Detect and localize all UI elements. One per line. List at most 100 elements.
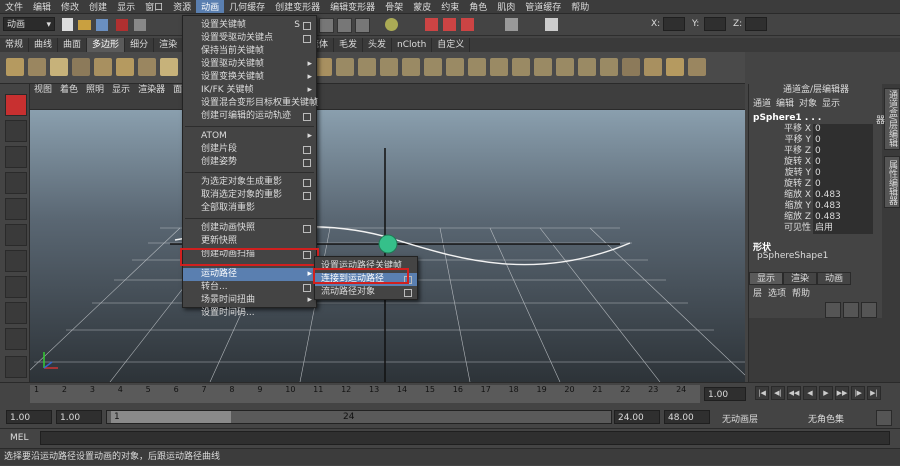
anim-menu-item[interactable]: 设置变换关键帧 ▸: [183, 71, 316, 84]
shelf-tool-icon[interactable]: [94, 58, 112, 76]
save-scene-icon[interactable]: [96, 19, 108, 31]
shelf-tool-icon[interactable]: [512, 58, 530, 76]
history-icon[interactable]: [385, 18, 398, 31]
channel-attr-row[interactable]: 平移 Y0: [749, 135, 883, 146]
step-forward-key-icon[interactable]: ▶▶: [835, 386, 849, 400]
outliner-layout-icon[interactable]: [5, 302, 27, 324]
shelf-tool-icon[interactable]: [688, 58, 706, 76]
shelf-tool-icon[interactable]: [622, 58, 640, 76]
shelf-tab[interactable]: 渲染: [154, 38, 184, 52]
paint-tool-icon[interactable]: [5, 146, 27, 168]
menubar-item[interactable]: 帮助: [566, 0, 594, 13]
time-ruler[interactable]: 1 2 3 4 5 6 7 8 9 10 11 12 13 14 15 16 17 18 19 20 21 22 23 24: [30, 385, 700, 403]
anim-menu-item[interactable]: 场景时间扭曲 ▸: [183, 294, 316, 307]
menubar-item[interactable]: 资源: [168, 0, 196, 13]
range-bar[interactable]: 1 24: [106, 410, 612, 424]
shelf-tool-icon[interactable]: [160, 58, 178, 76]
select-by-hierarchy-icon[interactable]: [116, 19, 128, 31]
layer-tab[interactable]: 动画: [817, 272, 852, 285]
shelf-tool-icon[interactable]: [424, 58, 442, 76]
shelf-tool-icon[interactable]: [578, 58, 596, 76]
snap-grid-icon[interactable]: [319, 18, 334, 33]
shelf-tool-icon[interactable]: [336, 58, 354, 76]
channel-attr-row[interactable]: 平移 X0: [749, 124, 883, 135]
anim-prefs-icon[interactable]: [876, 410, 892, 426]
channel-box-menu-item[interactable]: 显示: [822, 98, 845, 110]
shelf-tab[interactable]: 细分: [125, 38, 155, 52]
anim-menu-item[interactable]: 取消选定对象的重影: [183, 189, 316, 202]
option-box-icon[interactable]: [303, 159, 311, 167]
coord-z-field[interactable]: [745, 17, 767, 31]
anim-menu-item[interactable]: 创建片段: [183, 143, 316, 156]
channel-attr-value[interactable]: 0: [813, 179, 873, 190]
channel-box-menu-item[interactable]: 编辑: [776, 98, 799, 110]
layer-menu-item[interactable]: 层: [753, 288, 768, 300]
lasso-tool-icon[interactable]: [5, 120, 27, 142]
shelf-tool-icon[interactable]: [556, 58, 574, 76]
anim-menu-item[interactable]: 运动路径 ▸: [183, 268, 316, 281]
shelf-tool-icon[interactable]: [380, 58, 398, 76]
channel-box-menu-item[interactable]: 通道: [753, 98, 776, 110]
menubar-item[interactable]: 约束: [436, 0, 464, 13]
rotate-tool-icon[interactable]: [5, 198, 27, 220]
anim-menu-item[interactable]: 保持当前关键帧: [183, 45, 316, 58]
graph-layout-icon[interactable]: [5, 328, 27, 350]
shelf-tool-icon[interactable]: [644, 58, 662, 76]
menubar-item[interactable]: 创建变形器: [270, 0, 325, 13]
menubar-item[interactable]: 编辑变形器: [325, 0, 380, 13]
option-box-icon[interactable]: [303, 192, 311, 200]
option-box-icon[interactable]: [303, 22, 311, 30]
lock-icon[interactable]: [545, 18, 558, 31]
menubar-item[interactable]: 动画: [196, 0, 225, 13]
layout-four-icon[interactable]: [5, 276, 27, 298]
layer-options-icon[interactable]: [861, 302, 877, 318]
channel-attr-value[interactable]: 0: [813, 135, 873, 146]
shelf-tool-icon[interactable]: [72, 58, 90, 76]
layer-list[interactable]: [749, 318, 883, 382]
range-slider-start[interactable]: 1: [111, 411, 231, 423]
go-to-end-icon[interactable]: ▶|: [867, 386, 881, 400]
panel-menu-item[interactable]: 视图: [30, 84, 56, 96]
go-to-start-icon[interactable]: |◀: [755, 386, 769, 400]
shelf-tool-icon[interactable]: [600, 58, 618, 76]
select-tool-icon[interactable]: [5, 94, 27, 116]
layer-menu-item[interactable]: 选项: [768, 288, 792, 300]
anim-menu-item[interactable]: 设置混合变形目标权重关键帧: [183, 97, 318, 110]
step-back-icon[interactable]: ◀|: [771, 386, 785, 400]
shelf-tool-icon[interactable]: [138, 58, 156, 76]
anim-menu-item[interactable]: 转台...: [183, 281, 316, 294]
side-tab-attribute-editor[interactable]: 属性编辑器: [884, 156, 900, 208]
menubar-item[interactable]: 蒙皮: [408, 0, 436, 13]
new-scene-icon[interactable]: [62, 18, 73, 31]
play-forwards-icon[interactable]: ▶: [819, 386, 833, 400]
menubar-item[interactable]: 创建: [84, 0, 112, 13]
playback-end-field[interactable]: 24.00: [614, 410, 660, 424]
menu-set-dropdown[interactable]: 动画 ▾: [3, 17, 55, 31]
new-layer-icon[interactable]: [825, 302, 841, 318]
anim-menu-item[interactable]: 设置时间码...: [183, 307, 316, 320]
playback-start-field[interactable]: 1.00: [56, 410, 102, 424]
anim-menu-item[interactable]: 创建可编辑的运动轨迹: [183, 110, 316, 123]
channel-attr-row[interactable]: 缩放 Z 0.483: [749, 212, 883, 223]
layout-single-icon[interactable]: [5, 250, 27, 272]
option-box-icon[interactable]: [303, 179, 311, 187]
menubar-item[interactable]: 骨架: [380, 0, 408, 13]
channel-box-menu-item[interactable]: 对象: [799, 98, 822, 110]
menubar-item[interactable]: 肌肉: [492, 0, 520, 13]
select-by-object-icon[interactable]: [134, 19, 146, 31]
anim-menu-item[interactable]: ATOM ▸: [183, 130, 316, 143]
channel-attr-row[interactable]: 缩放 Y 0.483: [749, 201, 883, 212]
shelf-tool-icon[interactable]: [28, 58, 46, 76]
snap-curve-icon[interactable]: [337, 18, 352, 33]
anim-menu-item[interactable]: 更新快照: [183, 235, 316, 248]
shelf-tab[interactable]: 曲面: [58, 38, 88, 52]
shelf-tool-icon[interactable]: [490, 58, 508, 76]
channel-attr-value[interactable]: 0.483: [813, 201, 873, 212]
shelf-tab[interactable]: 头发: [363, 38, 393, 52]
motion-path-item[interactable]: 流动路径对象: [315, 286, 417, 299]
channel-attr-row[interactable]: 旋转 X0: [749, 157, 883, 168]
step-back-key-icon[interactable]: ◀◀: [787, 386, 801, 400]
menubar-item[interactable]: 修改: [56, 0, 84, 13]
panel-menu-item[interactable]: 渲染器: [134, 84, 169, 96]
panel-menu-item[interactable]: 照明: [82, 84, 108, 96]
